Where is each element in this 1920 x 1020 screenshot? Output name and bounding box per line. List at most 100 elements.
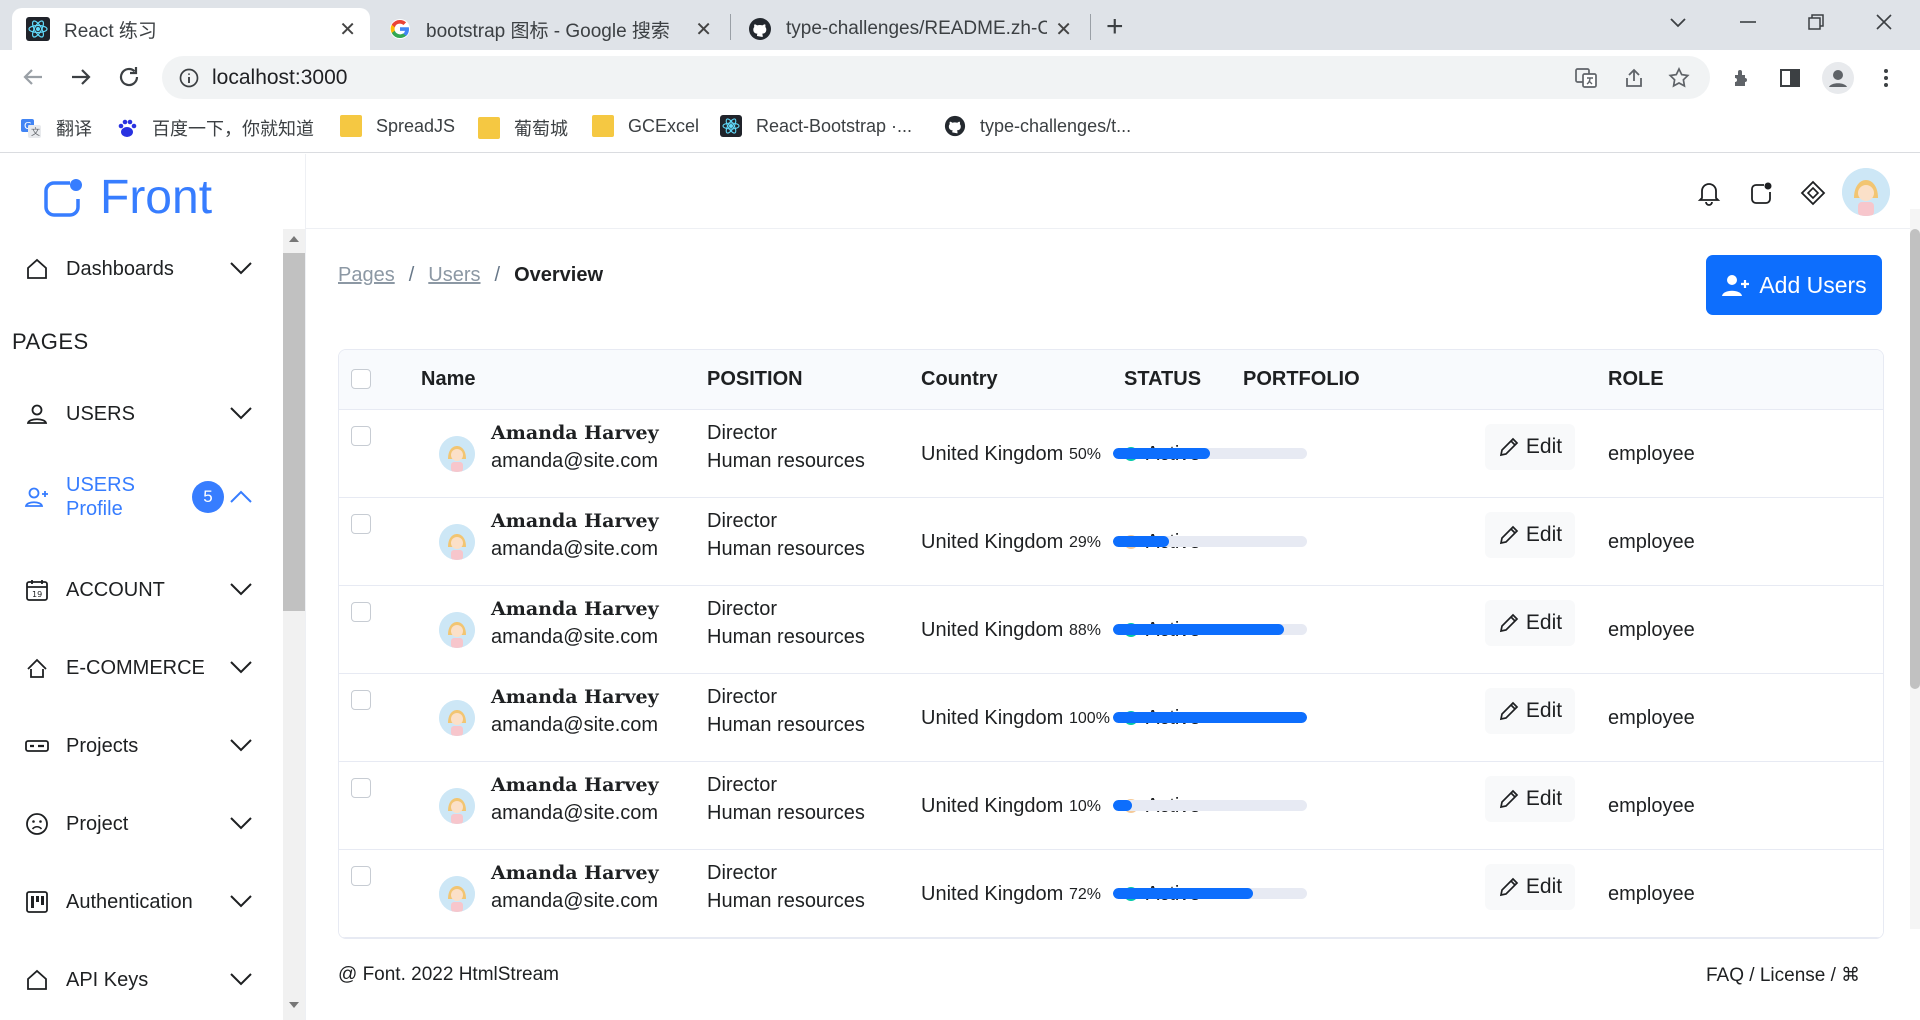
column-header-role[interactable]: ROLE — [1608, 368, 1664, 391]
row-checkbox[interactable] — [351, 514, 371, 534]
sidebar-item-api-keys[interactable]: API Keys — [24, 960, 254, 1000]
table-row: Amanda Harvey amanda@site.com Director H… — [339, 850, 1883, 938]
bookmark-star-icon[interactable] — [1667, 66, 1691, 90]
portfolio-progress — [1113, 800, 1307, 811]
minimize-icon[interactable] — [1737, 12, 1759, 32]
close-tab-icon[interactable]: ✕ — [339, 17, 356, 42]
bookmark-baidu[interactable]: 百度一下，你就知道 — [116, 115, 314, 141]
apps-diamond-icon[interactable] — [1800, 180, 1826, 206]
edit-button[interactable]: Edit — [1485, 864, 1575, 910]
activity-icon[interactable] — [1748, 180, 1774, 206]
browser-tab-google[interactable]: bootstrap 图标 - Google 搜索 ✕ — [374, 8, 726, 50]
column-header-portfolio[interactable]: PORTFOLIO — [1243, 368, 1360, 391]
user-name[interactable]: Amanda Harvey — [491, 862, 659, 884]
row-checkbox[interactable] — [351, 426, 371, 446]
scroll-up-arrow-icon[interactable] — [289, 235, 299, 243]
breadcrumb-link-users[interactable]: Users — [428, 264, 480, 287]
edit-button[interactable]: Edit — [1485, 600, 1575, 646]
brand-name: Front — [100, 171, 213, 224]
sidebar-item-dashboards[interactable]: Dashboards — [24, 249, 254, 289]
share-icon[interactable] — [1622, 66, 1646, 90]
tab-search-chevron-icon[interactable] — [1668, 12, 1688, 32]
person-icon — [26, 404, 48, 424]
bookmark-grapecity[interactable]: 葡萄城 — [478, 115, 568, 141]
sidebar-item-authentication[interactable]: Authentication — [24, 882, 254, 922]
add-users-button[interactable]: Add Users — [1706, 255, 1882, 315]
sidebar-item-label: Project — [66, 812, 129, 835]
sidebar-item-users-profile[interactable]: USERS Profile 5 — [24, 472, 254, 522]
user-email: amanda@site.com — [491, 626, 659, 648]
browser-menu-icon[interactable] — [1876, 66, 1896, 90]
portfolio-percent: 88% — [1069, 622, 1102, 639]
user-name[interactable]: Amanda Harvey — [491, 686, 659, 708]
pencil-icon — [1499, 877, 1519, 897]
new-tab-plus-icon[interactable]: + — [1106, 10, 1124, 44]
portfolio-percent: 100% — [1069, 710, 1110, 727]
bookmark-type-challenges[interactable]: type-challenges/t... — [944, 115, 1131, 137]
sidebar-scrollbar-thumb[interactable] — [283, 253, 305, 611]
column-header-name[interactable]: Name — [421, 368, 475, 391]
pencil-icon — [1499, 701, 1519, 721]
main-content: Pages / Users / Overview Add Users Name … — [306, 229, 1900, 1020]
edit-button[interactable]: Edit — [1485, 512, 1575, 558]
reload-icon[interactable] — [114, 62, 144, 92]
user-position: Director — [707, 510, 778, 532]
chevron-down-icon — [230, 583, 252, 596]
user-avatar — [439, 876, 475, 912]
browser-tab-github[interactable]: type-challenges/README.zh-C ✕ — [734, 8, 1086, 50]
sidebar-item-account[interactable]: 19 ACCOUNT — [24, 570, 254, 610]
restore-icon[interactable] — [1806, 12, 1826, 32]
bookmark-react-bootstrap[interactable]: React-Bootstrap ·... — [720, 115, 912, 137]
tab-divider — [1090, 14, 1091, 40]
page-scrollbar-thumb[interactable] — [1910, 229, 1920, 689]
row-checkbox[interactable] — [351, 866, 371, 886]
forward-arrow-icon[interactable] — [66, 62, 96, 92]
breadcrumb-link-pages[interactable]: Pages — [338, 264, 395, 287]
profile-avatar-icon[interactable] — [1822, 62, 1854, 94]
translate-page-icon[interactable] — [1574, 66, 1598, 90]
user-department: Human resources — [707, 714, 865, 736]
edit-button[interactable]: Edit — [1485, 688, 1575, 734]
row-checkbox[interactable] — [351, 778, 371, 798]
bookmark-translate[interactable]: G文 翻译 — [20, 115, 92, 141]
user-name[interactable]: Amanda Harvey — [491, 598, 659, 620]
sidebar-scrollbar[interactable] — [283, 229, 305, 1020]
row-checkbox[interactable] — [351, 690, 371, 710]
close-tab-icon[interactable]: ✕ — [695, 17, 712, 42]
select-all-checkbox[interactable] — [351, 369, 371, 389]
side-panel-icon[interactable] — [1778, 66, 1802, 90]
footer-copyright: @ Font. 2022 HtmlStream — [338, 964, 559, 985]
bell-icon[interactable] — [1696, 180, 1722, 206]
back-arrow-icon[interactable] — [18, 62, 48, 92]
brand-logo[interactable]: Front — [42, 170, 212, 225]
column-header-position[interactable]: POSITION — [707, 368, 803, 391]
sidebar-item-ecommerce[interactable]: E-COMMERCE — [24, 648, 254, 688]
column-header-country[interactable]: Country — [921, 368, 998, 391]
user-country: United Kingdom — [921, 795, 1064, 817]
front-logo-icon — [44, 178, 82, 217]
edit-button[interactable]: Edit — [1485, 776, 1575, 822]
column-header-status[interactable]: STATUS — [1124, 368, 1201, 391]
bookmark-spreadjs[interactable]: SpreadJS — [340, 115, 455, 137]
sidebar-item-users[interactable]: USERS — [24, 394, 254, 434]
user-name[interactable]: Amanda Harvey — [491, 422, 659, 444]
tab-divider — [730, 14, 731, 40]
address-bar[interactable]: localhost:3000 — [162, 56, 1710, 99]
bookmark-gcexcel[interactable]: GCExcel — [592, 115, 699, 137]
window-close-icon[interactable] — [1874, 12, 1894, 32]
page-scrollbar[interactable] — [1910, 209, 1920, 929]
user-name[interactable]: Amanda Harvey — [491, 774, 659, 796]
sidebar-item-project[interactable]: Project — [24, 804, 254, 844]
sidebar-item-projects[interactable]: Projects — [24, 726, 254, 766]
user-name[interactable]: Amanda Harvey — [491, 510, 659, 532]
portfolio-progress-fill — [1113, 624, 1284, 635]
browser-tab-react[interactable]: React 练习 ✕ — [12, 8, 370, 50]
extensions-puzzle-icon[interactable] — [1730, 66, 1754, 90]
site-info-icon[interactable] — [178, 67, 200, 89]
user-avatar[interactable] — [1842, 168, 1890, 216]
edit-button[interactable]: Edit — [1485, 424, 1575, 470]
row-checkbox[interactable] — [351, 602, 371, 622]
footer-links[interactable]: FAQ / License / ⌘ — [1706, 964, 1860, 987]
scroll-down-arrow-icon[interactable] — [289, 1001, 299, 1009]
close-tab-icon[interactable]: ✕ — [1055, 17, 1072, 42]
